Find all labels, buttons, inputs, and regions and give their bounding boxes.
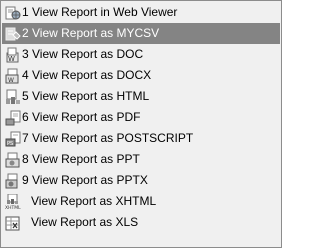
menu-item-label: 3 View Report as DOC bbox=[22, 47, 144, 61]
ppt-report-icon bbox=[5, 152, 20, 167]
menu-item-label: 4 View Report as DOCX bbox=[22, 68, 152, 82]
html-report-icon bbox=[6, 89, 20, 104]
menu-item-ppt[interactable]: 8 View Report as PPT bbox=[2, 149, 280, 170]
menu-item-pdf[interactable]: 6 View Report as PDF bbox=[2, 107, 280, 128]
menu-item-pptx[interactable]: 9 View Report as PPTX bbox=[2, 170, 280, 191]
menu-item-web-viewer[interactable]: 1 View Report in Web Viewer bbox=[2, 2, 280, 23]
menu-item-label: 7 View Report as POSTSCRIPT bbox=[22, 131, 194, 145]
menu-item-docx[interactable]: W 4 View Report as DOCX bbox=[2, 65, 280, 86]
docx-report-icon: W bbox=[5, 68, 19, 84]
view-report-menu: 1 View Report in Web Viewer 2 View Repor… bbox=[0, 0, 282, 248]
svg-text:W: W bbox=[8, 77, 14, 84]
xls-report-icon bbox=[5, 216, 20, 230]
csv-report-icon bbox=[5, 27, 21, 40]
svg-text:W: W bbox=[8, 55, 15, 63]
menu-item-mycsv[interactable]: 2 View Report as MYCSV bbox=[2, 23, 280, 44]
xhtml-report-icon: XHTML bbox=[5, 193, 21, 210]
menu-item-xhtml[interactable]: XHTML View Report as XHTML bbox=[2, 191, 280, 212]
menu-item-label: 9 View Report as PPTX bbox=[22, 173, 148, 187]
pptx-report-icon bbox=[5, 173, 18, 188]
menu-item-xls[interactable]: View Report as XLS bbox=[2, 212, 280, 233]
menu-item-label: 5 View Report as HTML bbox=[22, 89, 150, 103]
web-viewer-report-icon bbox=[5, 6, 21, 19]
pdf-report-icon bbox=[5, 110, 21, 125]
menu-item-label: View Report as XHTML bbox=[31, 194, 157, 208]
menu-item-html[interactable]: 5 View Report as HTML bbox=[2, 86, 280, 107]
svg-text:PS: PS bbox=[7, 141, 13, 147]
postscript-report-icon: PS bbox=[5, 131, 21, 147]
menu-item-label: 1 View Report in Web Viewer bbox=[22, 5, 178, 19]
menu-item-label: 8 View Report as PPT bbox=[22, 152, 140, 166]
menu-item-doc[interactable]: W 3 View Report as DOC bbox=[2, 44, 280, 65]
menu-item-label: View Report as XLS bbox=[31, 215, 139, 229]
menu-item-label: 6 View Report as PDF bbox=[22, 110, 141, 124]
doc-report-icon: W bbox=[6, 47, 19, 63]
svg-text:XHTML: XHTML bbox=[5, 205, 21, 210]
menu-item-label: 2 View Report as MYCSV bbox=[22, 26, 160, 40]
menu-item-postscript[interactable]: PS 7 View Report as POSTSCRIPT bbox=[2, 128, 280, 149]
